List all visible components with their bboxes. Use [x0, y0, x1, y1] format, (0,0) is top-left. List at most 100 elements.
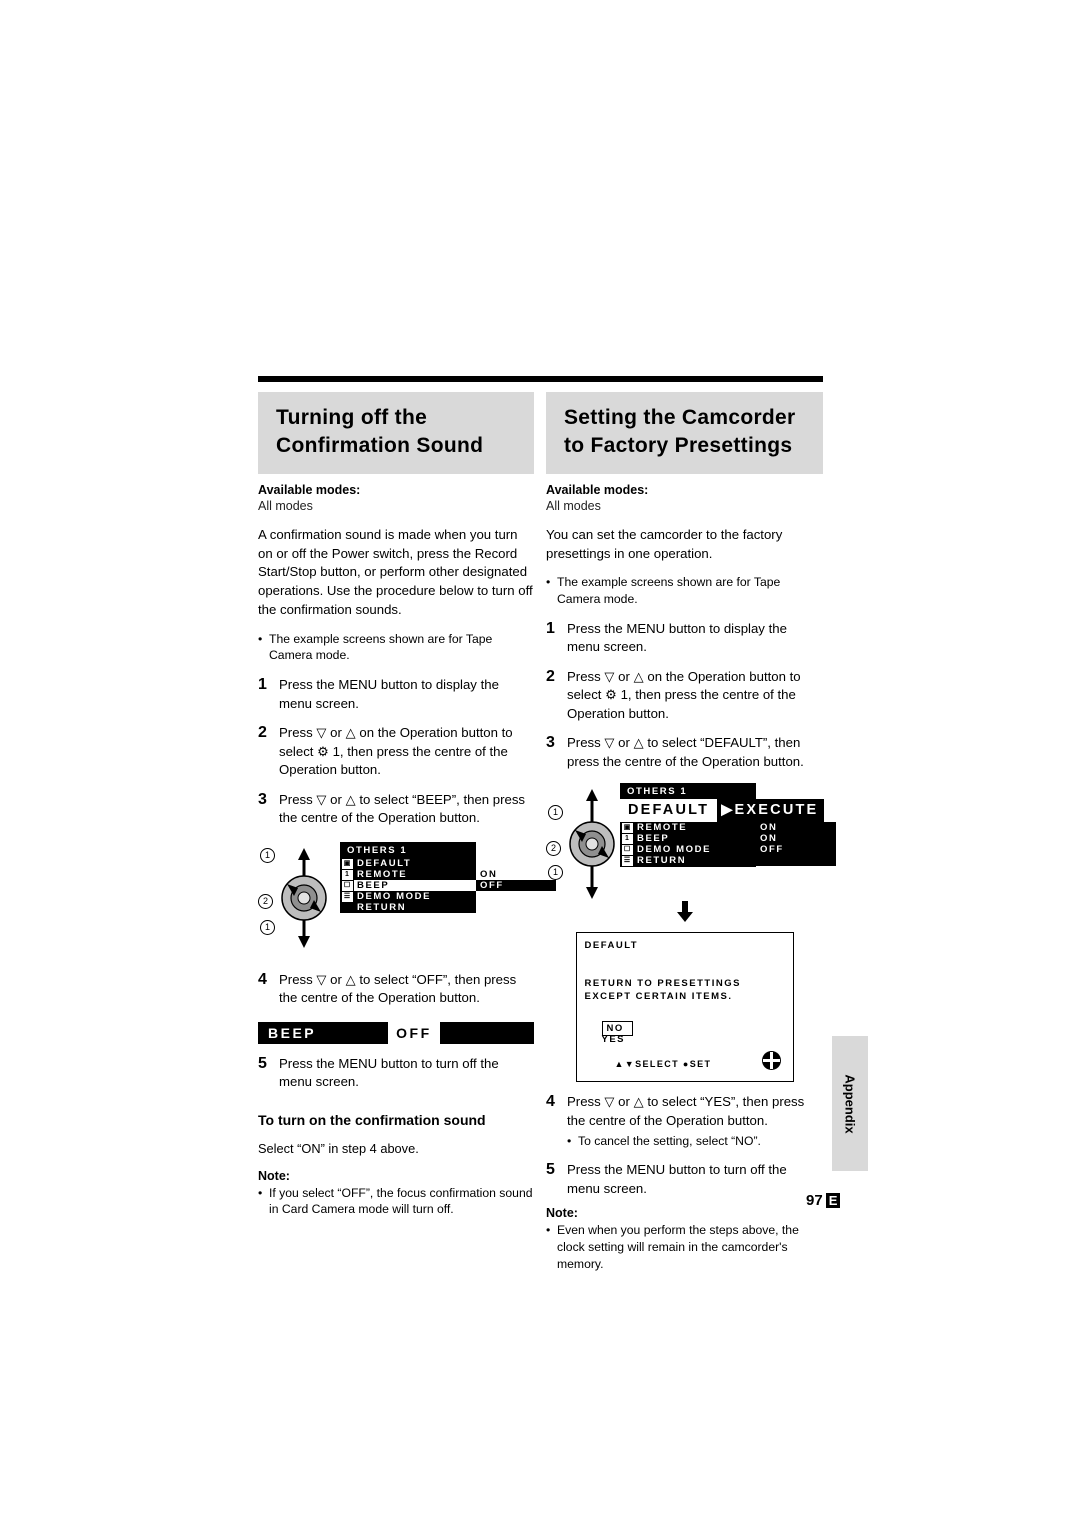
left-available-modes-label: Available modes:: [258, 482, 361, 497]
appendix-tab: Appendix: [832, 1036, 868, 1171]
left-step-5: 5 Press the MENU button to turn off the …: [258, 1055, 534, 1092]
right-lcd-value-column: ON ON OFF: [756, 822, 836, 867]
left-callout-3: 1: [260, 919, 275, 935]
left-heading: Turning off the Confirmation Sound: [276, 406, 484, 457]
right-step-4-bullet: To cancel the setting, select “NO”.: [567, 1133, 823, 1150]
page-number-block: 97 E: [806, 1192, 841, 1209]
execute-label: EXECUTE: [734, 802, 819, 819]
dialog-yes-option[interactable]: YES: [602, 1034, 626, 1045]
right-intro-paragraph: You can set the camcorder to the factory…: [546, 526, 783, 561]
left-step-4-number: 4: [258, 970, 267, 988]
right-lcd-item-remote[interactable]: REMOTE: [634, 822, 756, 833]
right-lcd-screen: OTHERS 1 DEFAULT ▶EXECUTE ▣ 1 ☐ ☰ REMOTE: [620, 783, 836, 868]
dialog-line-1: RETURN TO PRESETTINGS: [584, 978, 741, 990]
right-lcd-value-blank: [756, 855, 836, 866]
left-lcd-value-beep[interactable]: ON: [476, 868, 556, 880]
left-lcd-item-beep[interactable]: BEEP: [354, 879, 476, 891]
right-callout-1: 1: [548, 805, 563, 821]
right-lcd-item-return[interactable]: RETURN: [634, 855, 756, 866]
camera-icon: ▣: [341, 858, 353, 869]
right-step-1: 1 Press the MENU button to display the m…: [546, 620, 823, 657]
left-step-3: 3 Press ▽ or △ to select “BEEP”, then pr…: [258, 791, 534, 828]
beep-banner-gap: [326, 1021, 389, 1044]
dialog-dial-icon: [761, 1051, 781, 1071]
left-subnote: Select “ON” in step 4 above.: [258, 1140, 419, 1156]
beep-banner-tail: [439, 1021, 534, 1044]
right-lcd-labels: REMOTE BEEP DEMO MODE RETURN: [634, 822, 756, 867]
left-step-1-number: 1: [258, 676, 267, 694]
right-step-5-number: 5: [546, 1161, 555, 1179]
right-available-modes-label: Available modes:: [546, 482, 649, 497]
left-step-2-text: Press ▽ or △ on the Operation button to …: [279, 725, 513, 778]
right-figure: 1 2 1 OTHERS 1 DEFAULT ▶EXECUTE ▣ 1 ☐ ☰ …: [546, 783, 836, 905]
left-column: Turning off the Confirmation Sound Avail…: [258, 392, 556, 1219]
beep-banner-label: BEEP: [258, 1021, 327, 1044]
camera-icon-right: ▣: [621, 823, 633, 834]
right-steps: 1 Press the MENU button to display the m…: [546, 620, 823, 771]
beep-banner-value[interactable]: OFF: [388, 1021, 440, 1044]
default-dialog-wrap: DEFAULT RETURN TO PRESETTINGS EXCEPT CER…: [546, 932, 823, 1083]
right-note-label: Note:: [546, 1206, 578, 1221]
right-step-5-text: Press the MENU button to turn off the me…: [567, 1162, 787, 1196]
execute-banner-value[interactable]: ▶EXECUTE: [717, 799, 825, 823]
default-dialog: DEFAULT RETURN TO PRESETTINGS EXCEPT CER…: [575, 932, 794, 1083]
right-step-2-number: 2: [546, 667, 555, 685]
left-intro-paragraph: A confirmation sound is made when you tu…: [258, 526, 533, 617]
right-lcd-rows: ▣ 1 ☐ ☰ REMOTE BEEP DEMO MODE RETURN: [620, 822, 756, 868]
left-step-4: 4 Press ▽ or △ to select “OFF”, then pre…: [258, 971, 534, 1008]
right-step-4-number: 4: [546, 1093, 555, 1111]
right-lcd-item-demo-mode[interactable]: DEMO MODE: [634, 844, 756, 855]
right-lcd-title: OTHERS 1: [627, 786, 688, 798]
right-step-2-text: Press ▽ or △ on the Operation button to …: [567, 668, 801, 721]
left-lcd-item-return[interactable]: RETURN: [354, 902, 476, 913]
left-note-label: Note:: [258, 1168, 290, 1183]
right-bullet-note: The example screens shown are for Tape C…: [546, 574, 823, 608]
operation-dial-icon-right: [569, 789, 615, 900]
left-bullet-note: The example screens shown are for Tape C…: [258, 631, 534, 665]
right-callout-2: 2: [546, 841, 561, 857]
dialog-select-set-hint: ▲▼SELECT ●SET: [614, 1059, 712, 1070]
dialog-title: DEFAULT: [584, 940, 639, 952]
appendix-label: Appendix: [842, 1073, 858, 1134]
right-step-3: 3 Press ▽ or △ to select “DEFAULT”, then…: [546, 734, 823, 771]
right-lcd-value-demo[interactable]: OFF: [756, 844, 836, 855]
default-banner-label: DEFAULT: [620, 799, 718, 823]
left-lcd-item-default[interactable]: DEFAULT: [354, 858, 476, 869]
left-callout-2: 2: [258, 893, 273, 909]
left-available-modes-value: All modes: [258, 498, 313, 513]
left-step-2-number: 2: [258, 724, 267, 742]
left-lcd-labels: DEFAULT REMOTE BEEP DEMO MODE RETURN: [354, 858, 476, 913]
right-step-3-number: 3: [546, 734, 555, 752]
left-lcd-rows: ▣ 1 ☐ ☰ DEFAULT REMOTE BEEP DEMO MODE RE…: [340, 857, 476, 913]
right-step-1-number: 1: [546, 619, 555, 637]
left-step-5-number: 5: [258, 1054, 267, 1072]
flow-arrow: [546, 901, 823, 928]
right-heading: Setting the Camcorder to Factory Presett…: [564, 406, 796, 457]
dialog-line-2: EXCEPT CERTAIN ITEMS.: [584, 991, 733, 1003]
beep-off-banner: BEEP OFF: [258, 1021, 534, 1044]
display-icon-right: ☐: [621, 845, 633, 856]
left-step-1: 1 Press the MENU button to display the m…: [258, 676, 534, 713]
right-step-4-text: Press ▽ or △ to select “YES”, then press…: [567, 1094, 805, 1128]
default-execute-banner: DEFAULT ▶EXECUTE: [620, 799, 825, 823]
left-callout-1: 1: [260, 847, 275, 863]
left-steps-cont: 4 Press ▽ or △ to select “OFF”, then pre…: [258, 971, 534, 1008]
right-lcd-value-beep[interactable]: ON: [756, 833, 836, 844]
right-lcd-item-beep[interactable]: BEEP: [634, 833, 756, 844]
page-number: 97: [806, 1192, 823, 1209]
right-available-modes-value: All modes: [546, 498, 601, 513]
right-lcd-value-remote[interactable]: ON: [756, 822, 836, 833]
left-lcd-title: OTHERS 1: [347, 844, 408, 856]
left-note-body: If you select “OFF”, the focus confirmat…: [258, 1185, 534, 1219]
right-step-3-text: Press ▽ or △ to select “DEFAULT”, then p…: [567, 735, 804, 769]
settings-icon-right: 1: [621, 834, 633, 845]
right-note-body: Even when you perform the steps above, t…: [546, 1222, 823, 1272]
manual-page: Turning off the Confirmation Sound Avail…: [0, 0, 1080, 1528]
left-lcd-item-demo-mode[interactable]: DEMO MODE: [354, 891, 476, 902]
left-step-5-text: Press the MENU button to turn off the me…: [279, 1055, 499, 1090]
right-step-4: 4 Press ▽ or △ to select “YES”, then pre…: [546, 1093, 823, 1130]
left-lcd-value-demo[interactable]: OFF: [476, 879, 556, 891]
right-lcd-icon-column: ▣ 1 ☐ ☰: [620, 822, 634, 868]
left-step-3-number: 3: [258, 790, 267, 808]
left-lcd-item-remote[interactable]: REMOTE: [354, 869, 476, 880]
